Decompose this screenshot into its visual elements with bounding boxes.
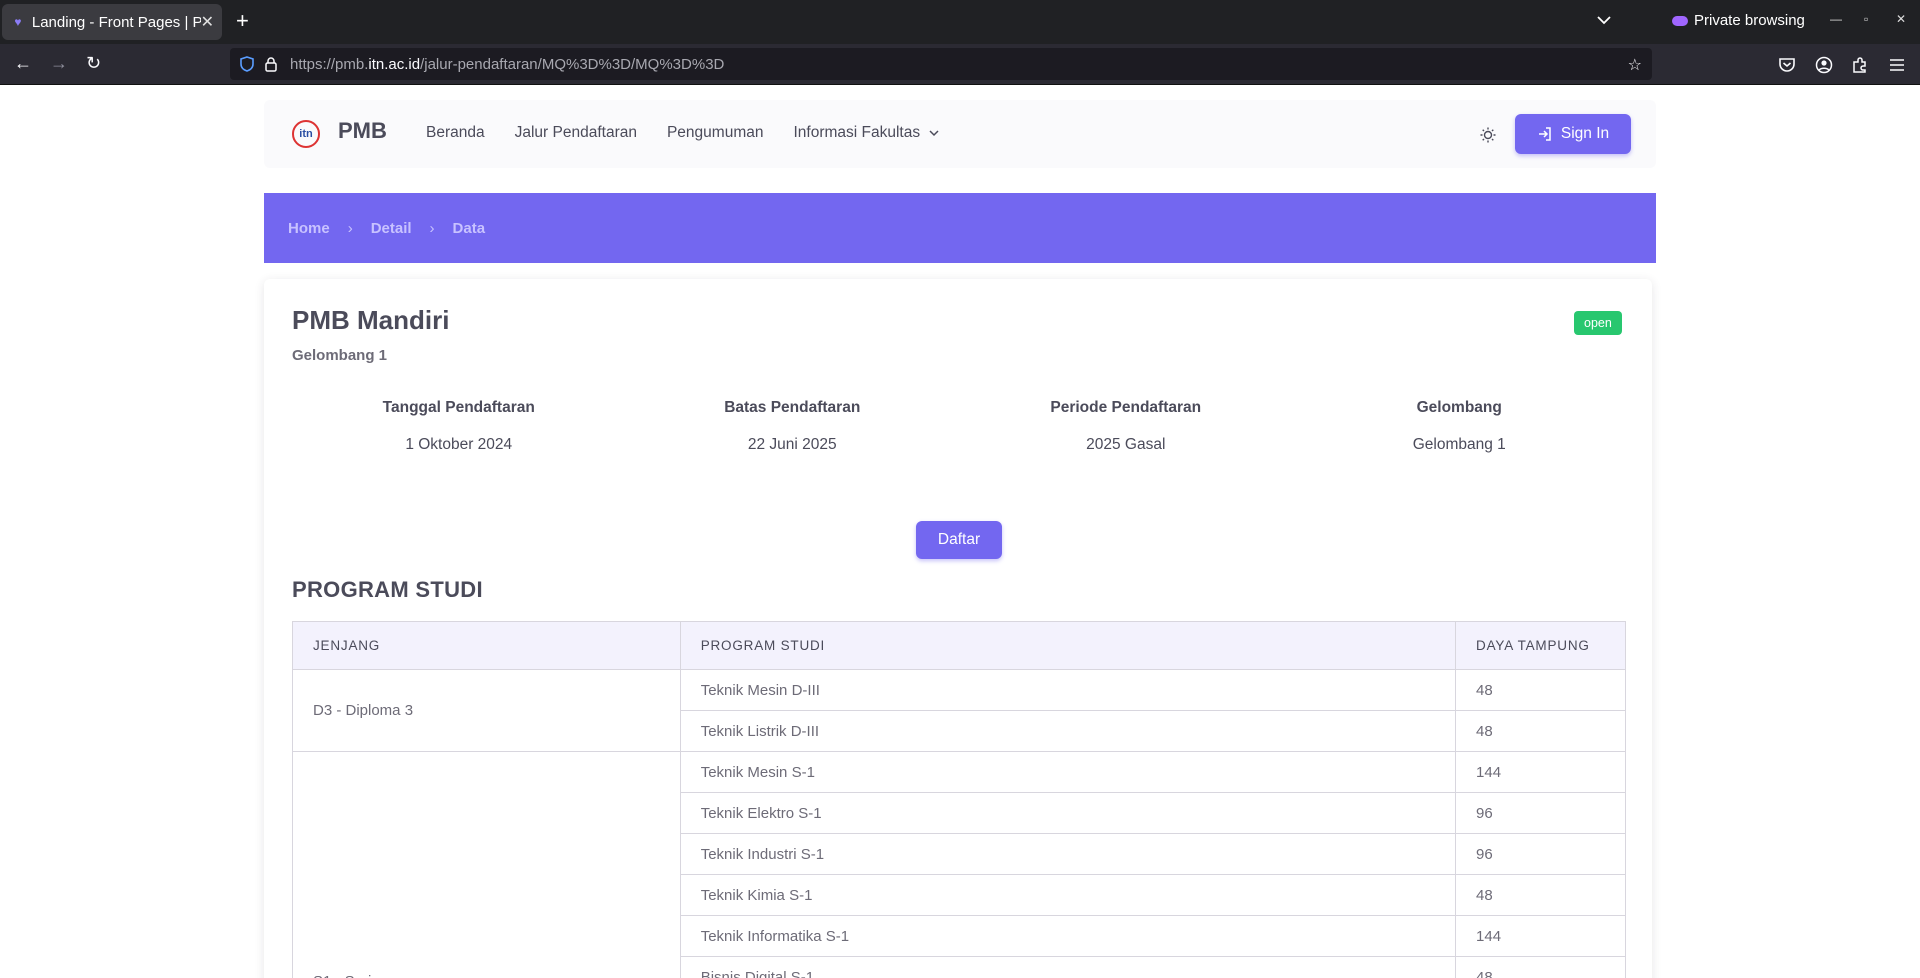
new-tab-button[interactable]: + [236, 10, 249, 32]
browser-nav-bar: ← → ↻ https://pmb.itn.ac.id/jalur-pendaf… [0, 44, 1920, 85]
minimize-icon[interactable]: — [1830, 12, 1842, 26]
page-title: PMB Mandiri [292, 305, 450, 335]
table-row: D3 - Diploma 3 Teknik Mesin D-III 48 [292, 669, 1626, 752]
info-periode-pendaftaran: Periode Pendaftaran 2025 Gasal [959, 399, 1293, 454]
info-gelombang: Gelombang Gelombang 1 [1293, 399, 1627, 454]
sign-in-button[interactable]: Sign In [1515, 114, 1631, 154]
info-label: Periode Pendaftaran [1050, 399, 1202, 416]
url-bar[interactable]: https://pmb.itn.ac.id/jalur-pendaftaran/… [230, 48, 1652, 80]
chevron-right-icon: › [347, 219, 353, 237]
bookmark-star-icon[interactable]: ☆ [1628, 55, 1642, 75]
column-header-program-studi: PROGRAM STUDI [679, 621, 1457, 670]
daya-tampung-cell: 144 [1455, 751, 1626, 793]
chevron-down-icon [929, 130, 939, 137]
info-tanggal-pendaftaran: Tanggal Pendaftaran 1 Oktober 2024 [292, 399, 626, 454]
table-row: S1 - Sarjana Teknik Mesin S-1 144 [292, 751, 1626, 978]
itn-logo[interactable]: itn [292, 120, 320, 148]
breadcrumb-home[interactable]: Home [288, 220, 330, 237]
table-header-row: JENJANG PROGRAM STUDI DAYA TAMPUNG [292, 621, 1626, 670]
hamburger-menu-icon[interactable] [1888, 56, 1906, 74]
private-browsing-indicator: Private browsing [1672, 12, 1805, 29]
lock-icon[interactable] [264, 56, 278, 72]
sign-in-label: Sign In [1560, 125, 1610, 142]
program-studi-cell: Bisnis Digital S-1 [679, 956, 1457, 978]
daya-tampung-cell: 48 [1455, 669, 1626, 711]
column-header-daya-tampung: DAYA TAMPUNG [1455, 621, 1626, 670]
info-label: Tanggal Pendaftaran [382, 399, 535, 416]
pocket-icon[interactable] [1778, 56, 1796, 74]
heart-favicon-icon: ♥ [14, 15, 22, 29]
program-studi-cell: Teknik Listrik D-III [679, 710, 1457, 752]
private-mask-icon [1672, 15, 1688, 26]
info-batas-pendaftaran: Batas Pendaftaran 22 Juni 2025 [626, 399, 960, 454]
menu-item-jalur-pendaftaran[interactable]: Jalur Pendaftaran [515, 124, 637, 142]
info-label: Gelombang [1416, 399, 1502, 416]
login-icon [1538, 127, 1551, 141]
brand-name[interactable]: PMB [338, 118, 387, 144]
program-studi-cell: Teknik Industri S-1 [679, 833, 1457, 875]
program-studi-cell: Teknik Elektro S-1 [679, 792, 1457, 834]
info-value: 1 Oktober 2024 [405, 436, 513, 453]
daftar-button[interactable]: Daftar [916, 521, 1002, 559]
tab-title: Landing - Front Pages | PMB [31, 13, 201, 31]
menu-item-pengumuman[interactable]: Pengumuman [667, 124, 764, 142]
browser-tab[interactable]: ♥ Landing - Front Pages | PMB ✕ [2, 4, 222, 40]
site-header: itn PMB Beranda Jalur Pendaftaran Pengum… [264, 100, 1656, 168]
jenjang-cell: S1 - Sarjana [292, 751, 681, 978]
info-value: 22 Juni 2025 [747, 436, 837, 453]
chevron-right-icon: › [429, 219, 435, 237]
daya-tampung-cell: 96 [1455, 833, 1626, 875]
menu-item-informasi-fakultas[interactable]: Informasi Fakultas [793, 124, 940, 142]
close-window-icon[interactable]: ✕ [1896, 12, 1906, 26]
restore-icon[interactable]: ▫ [1864, 12, 1868, 26]
program-studi-cell: Teknik Informatika S-1 [679, 915, 1457, 957]
extensions-puzzle-icon[interactable] [1851, 56, 1869, 74]
menu-item-informasi-fakultas-label: Informasi Fakultas [793, 124, 921, 141]
breadcrumb-data: Data [452, 219, 486, 237]
program-studi-cell: Teknik Mesin S-1 [679, 751, 1457, 793]
list-tabs-chevron-icon[interactable] [1596, 12, 1612, 28]
close-tab-icon[interactable]: ✕ [201, 12, 214, 32]
web-page: itn PMB Beranda Jalur Pendaftaran Pengum… [0, 86, 1920, 978]
reload-icon[interactable]: ↻ [86, 54, 101, 72]
browser-tab-bar: ♥ Landing - Front Pages | PMB ✕ + Privat… [0, 0, 1920, 44]
status-badge: open [1574, 311, 1622, 335]
info-value: 2025 Gasal [1086, 436, 1166, 453]
registration-card: PMB Mandiri Gelombang 1 open Tanggal Pen… [264, 279, 1652, 978]
info-value: Gelombang 1 [1412, 436, 1506, 453]
url-text: https://pmb.itn.ac.id/jalur-pendaftaran/… [290, 55, 725, 73]
program-studi-table: JENJANG PROGRAM STUDI DAYA TAMPUNG D3 - … [292, 621, 1626, 978]
jenjang-cell: D3 - Diploma 3 [292, 669, 681, 752]
main-menu: Beranda Jalur Pendaftaran Pengumuman Inf… [426, 124, 940, 142]
breadcrumb-detail[interactable]: Detail [371, 220, 412, 237]
sun-theme-icon[interactable] [1479, 126, 1497, 144]
program-studi-cell: Teknik Kimia S-1 [679, 874, 1457, 916]
column-header-jenjang: JENJANG [292, 621, 681, 670]
program-studi-cell: Teknik Mesin D-III [679, 669, 1457, 711]
breadcrumb: Home › Detail › Data [264, 193, 1656, 263]
program-studi-title: PROGRAM STUDI [292, 577, 483, 602]
wave-subtitle: Gelombang 1 [292, 347, 388, 364]
back-arrow-icon[interactable]: ← [14, 54, 32, 72]
daya-tampung-cell: 96 [1455, 792, 1626, 834]
account-icon[interactable] [1815, 56, 1833, 74]
forward-arrow-icon[interactable]: → [50, 54, 68, 72]
daya-tampung-cell: 48 [1455, 874, 1626, 916]
shield-icon[interactable] [240, 56, 254, 72]
menu-item-beranda[interactable]: Beranda [426, 124, 485, 142]
daya-tampung-cell: 144 [1455, 915, 1626, 957]
private-browsing-label: Private browsing [1694, 12, 1805, 29]
daya-tampung-cell: 48 [1455, 956, 1626, 978]
daya-tampung-cell: 48 [1455, 710, 1626, 752]
info-label: Batas Pendaftaran [724, 399, 861, 416]
program-studi-table-wrap: JENJANG PROGRAM STUDI DAYA TAMPUNG D3 - … [292, 621, 1626, 978]
registration-info: Tanggal Pendaftaran 1 Oktober 2024 Batas… [292, 399, 1626, 454]
